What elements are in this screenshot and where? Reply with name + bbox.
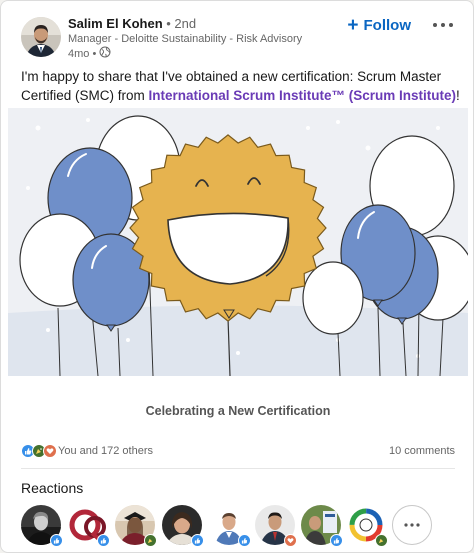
comments-count[interactable]: 10 comments: [389, 445, 455, 457]
like-badge-icon: [330, 534, 343, 547]
like-badge-icon: [191, 534, 204, 547]
follow-button[interactable]: + Follow: [347, 14, 412, 36]
ellipsis-icon: [404, 523, 420, 527]
post-text-after: !: [456, 88, 460, 103]
reaction-icons[interactable]: [21, 444, 57, 458]
social-counts: You and 172 others 10 comments: [21, 444, 455, 460]
illustration-caption: Celebrating a New Certification: [145, 404, 331, 418]
post-header: Salim El Kohen • 2nd Manager - Deloitte …: [21, 15, 461, 61]
like-badge-icon: [97, 534, 110, 547]
author-headline: Manager - Deloitte Sustainability - Risk…: [68, 33, 303, 45]
author-avatar[interactable]: [21, 17, 61, 57]
plus-icon: +: [347, 14, 359, 36]
reactions-count[interactable]: You and 172 others: [58, 445, 153, 457]
ellipsis-icon[interactable]: [431, 16, 455, 34]
connection-degree: • 2nd: [166, 16, 197, 31]
globe-icon: [99, 46, 111, 63]
like-badge-icon: [50, 534, 63, 547]
post-time: 4mo •: [68, 48, 97, 60]
author-meta: Salim El Kohen • 2nd Manager - Deloitte …: [68, 15, 368, 63]
post-card: Salim El Kohen • 2nd Manager - Deloitte …: [0, 0, 474, 553]
love-badge-icon: [284, 534, 297, 547]
certification-illustration[interactable]: [8, 108, 468, 376]
celebrate-badge-icon: [375, 534, 388, 547]
reactor-list: [21, 505, 473, 549]
institute-link[interactable]: International Scrum Institute™ (Scrum In…: [149, 88, 457, 103]
like-badge-icon: [238, 534, 251, 547]
more-reactors-button[interactable]: [392, 505, 432, 545]
divider: [21, 468, 455, 469]
love-icon: [43, 444, 57, 458]
author-name[interactable]: Salim El Kohen: [68, 16, 163, 31]
post-text: I'm happy to share that I've obtained a …: [21, 67, 461, 105]
reactions-title: Reactions: [21, 480, 84, 496]
follow-label: Follow: [363, 17, 412, 34]
celebrate-badge-icon: [144, 534, 157, 547]
